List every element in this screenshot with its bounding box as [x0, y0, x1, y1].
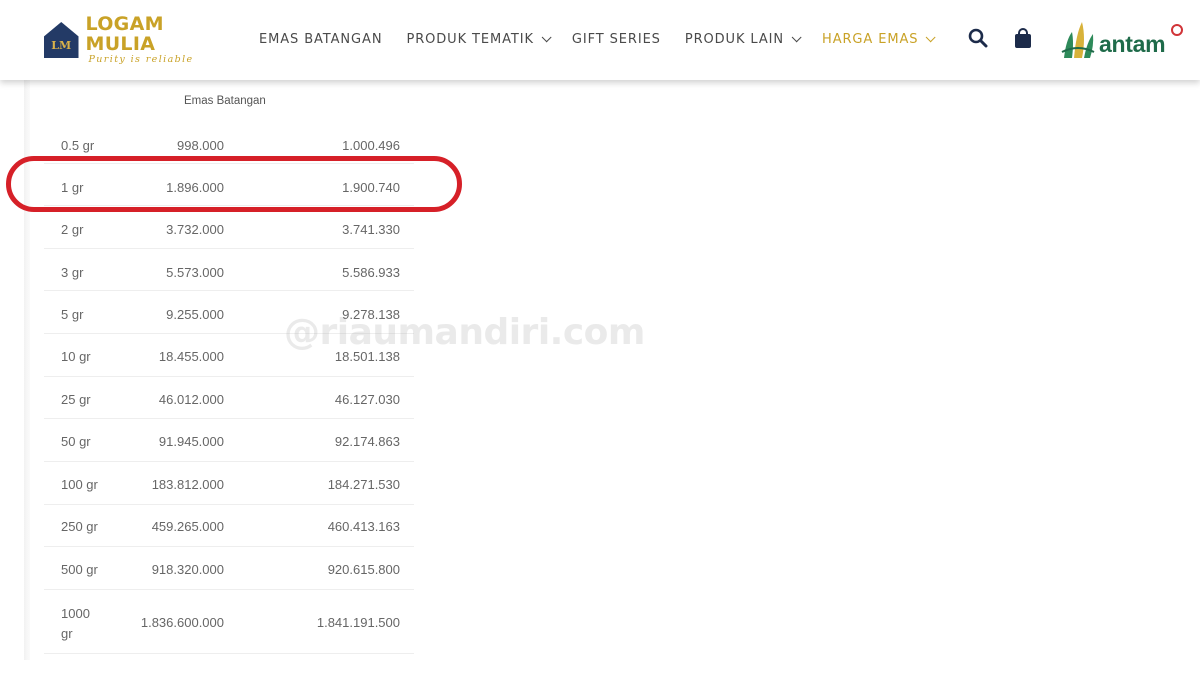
chevron-down-icon: [926, 31, 936, 42]
weight-cell: 50 gr: [61, 434, 91, 449]
nav-gift-series[interactable]: GIFT SERIES: [572, 32, 661, 47]
antam-circle-icon: [1171, 24, 1184, 36]
price-tax-cell: 920.615.800: [327, 562, 400, 577]
search-icon[interactable]: [968, 28, 988, 48]
table-row: 50 gr 91.945.000 92.174.863: [44, 419, 414, 462]
weight-cell: 25 gr: [61, 392, 91, 407]
nav-produk-lain[interactable]: PRODUK LAIN: [685, 32, 802, 47]
antam-wordmark: antam: [1099, 31, 1166, 57]
logam-mulia-logo[interactable]: LM LOGAM MULIA Purity is reliable: [44, 14, 234, 65]
price-cell: 3.732.000: [166, 222, 224, 237]
highlight-ellipse: [6, 156, 462, 212]
price-cell: 459.265.000: [151, 519, 224, 534]
logo-mark-icon: LM: [44, 22, 79, 58]
price-cell: 91.945.000: [158, 434, 224, 449]
price-cell: 5.573.000: [166, 265, 224, 280]
weight-line-1: 1000: [61, 606, 90, 621]
price-tax-cell: 1.841.191.500: [316, 615, 400, 630]
shopping-bag-icon[interactable]: [1013, 27, 1033, 49]
weight-cell: 100 gr: [61, 477, 98, 492]
logo-mark-text: LM: [51, 39, 72, 52]
table-row: 25 gr 46.012.000 46.127.030: [44, 377, 414, 419]
weight-cell: 500 gr: [61, 562, 98, 577]
nav-produk-tematik[interactable]: PRODUK TEMATIK: [406, 32, 552, 47]
nav-emas-batangan[interactable]: EMAS BATANGAN: [259, 32, 382, 47]
weight-cell: 250 gr: [61, 519, 98, 534]
price-cell: 9.255.000: [166, 307, 224, 322]
weight-cell: 5 gr: [61, 307, 84, 322]
site-header: LM LOGAM MULIA Purity is reliable EMAS B…: [0, 0, 1200, 80]
table-row: 1000 gr 1.836.600.000 1.841.191.500: [44, 590, 414, 654]
table-row: 3 gr 5.573.000 5.586.933: [44, 249, 414, 291]
antam-leaf-icon: [1061, 22, 1095, 58]
table-row: 500 gr 918.320.000 920.615.800: [44, 547, 414, 590]
price-tax-cell: 460.413.163: [327, 519, 400, 534]
price-tax-cell: 5.586.933: [342, 265, 400, 280]
price-cell: 998.000: [177, 138, 224, 153]
table-heading: Emas Batangan: [184, 95, 266, 107]
price-tax-cell: 184.271.530: [327, 477, 400, 492]
weight-cell: 10 gr: [61, 349, 91, 364]
main-nav: EMAS BATANGAN PRODUK TEMATIK GIFT SERIES…: [259, 28, 956, 50]
weight-cell: 1000 gr: [61, 604, 90, 644]
price-tax-cell: 3.741.330: [342, 222, 400, 237]
price-cell: 1.836.600.000: [140, 615, 224, 630]
weight-cell: 2 gr: [61, 222, 84, 237]
watermark: @riaumandiri.com: [284, 312, 645, 353]
price-tax-cell: 92.174.863: [334, 434, 400, 449]
logo-title: LOGAM MULIA: [85, 13, 164, 55]
price-cell: 918.320.000: [151, 562, 224, 577]
table-row: 100 gr 183.812.000 184.271.530: [44, 462, 414, 505]
logo-tagline: Purity is reliable: [88, 54, 194, 65]
weight-cell: 3 gr: [61, 265, 84, 280]
antam-logo[interactable]: antam: [1060, 12, 1200, 62]
table-row: 250 gr 459.265.000 460.413.163: [44, 505, 414, 547]
price-cell: 18.455.000: [158, 349, 224, 364]
price-tax-cell: 1.000.496: [342, 138, 400, 153]
weight-line-2: gr: [61, 626, 73, 641]
chevron-down-icon: [541, 31, 552, 42]
price-cell: 46.012.000: [158, 392, 224, 407]
chevron-down-icon: [791, 31, 802, 42]
table-row: 2 gr 3.732.000 3.741.330: [44, 206, 414, 249]
price-cell: 183.812.000: [151, 477, 224, 492]
weight-cell: 0.5 gr: [61, 138, 95, 153]
price-tax-cell: 46.127.030: [334, 392, 400, 407]
nav-harga-emas[interactable]: HARGA EMAS: [822, 32, 936, 47]
